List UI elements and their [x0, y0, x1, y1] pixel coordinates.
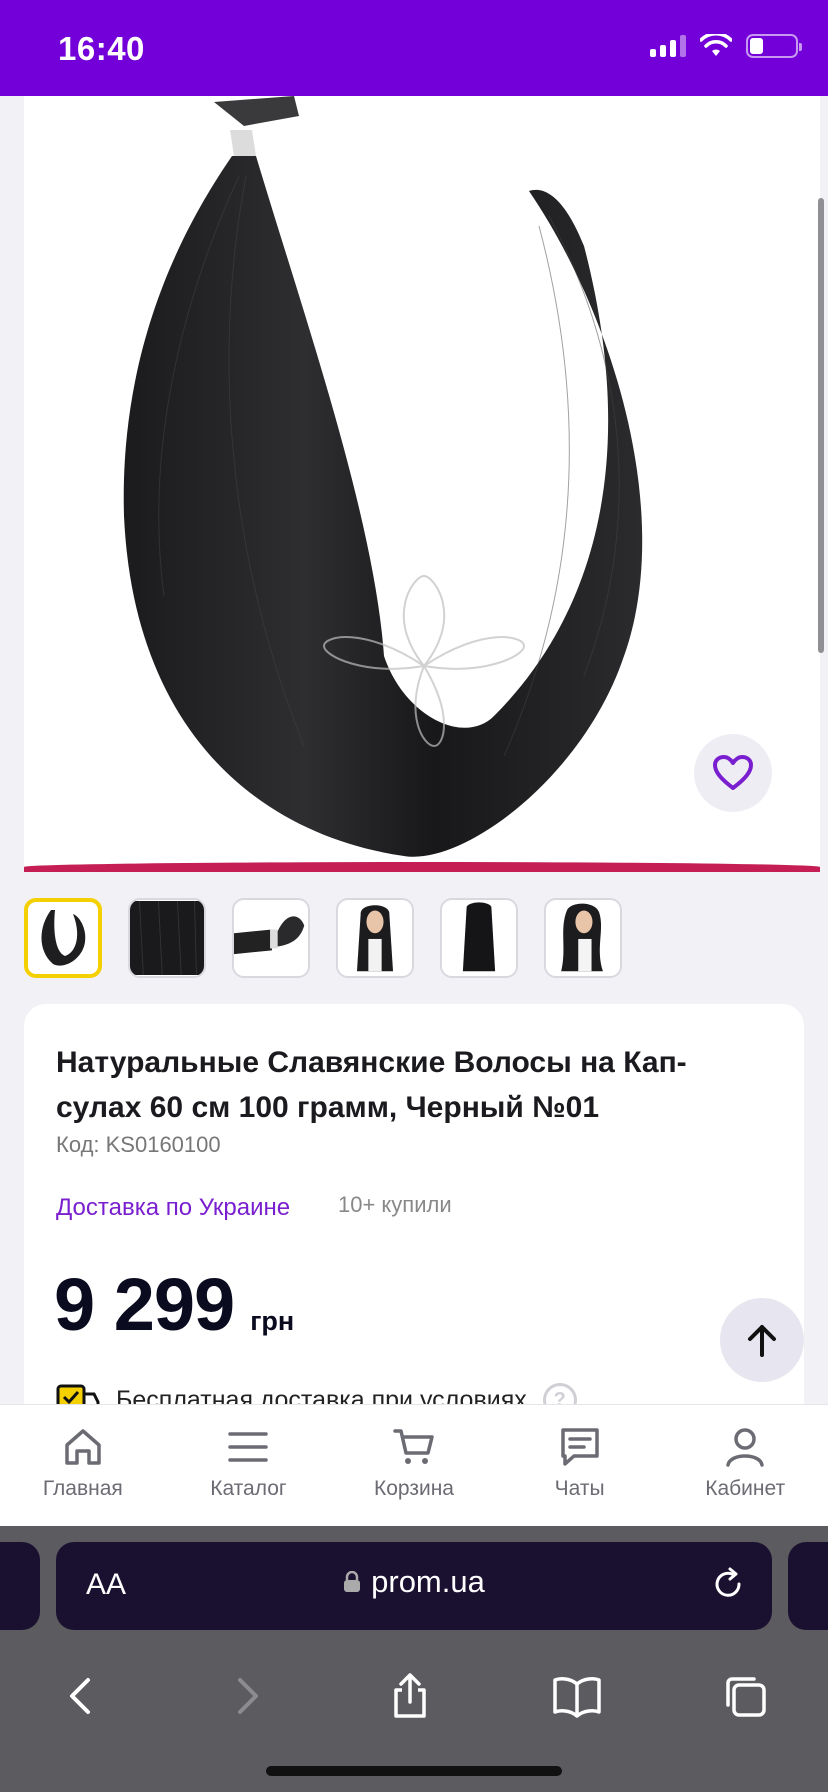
signal-icon [650, 35, 686, 57]
thumbnail-strip [24, 898, 622, 978]
user-icon [726, 1428, 764, 1467]
nav-cart[interactable]: Корзина [344, 1405, 484, 1526]
product-title: Натуральные Славянские Волосы на Кап-сул… [56, 1046, 687, 1124]
nav-cabinet-label: Кабинет [705, 1477, 786, 1500]
nav-home[interactable]: Главная [13, 1405, 153, 1526]
url-text: prom.ua [371, 1564, 485, 1599]
menu-icon [228, 1432, 269, 1462]
share-icon[interactable] [388, 1672, 432, 1720]
tabs-icon[interactable] [722, 1673, 768, 1719]
delivery-link[interactable]: Доставка по Украине [56, 1194, 290, 1222]
price: 9 299 грн [54, 1262, 294, 1347]
browser-toolbar [0, 1646, 828, 1746]
nav-chats-label: Чаты [554, 1477, 605, 1500]
nav-catalog-label: Каталог [210, 1477, 287, 1500]
thumbnail-capsules-icon [234, 901, 308, 975]
nav-chats[interactable]: Чаты [510, 1405, 650, 1526]
chat-icon [560, 1428, 599, 1466]
price-currency: грн [250, 1306, 295, 1336]
price-value: 9 299 [54, 1263, 235, 1346]
bought-count: 10+ купили [338, 1192, 452, 1217]
nav-home-label: Главная [42, 1477, 123, 1500]
thumbnail-model-back-icon [442, 901, 516, 975]
thumbnail-hair-u-icon [41, 910, 86, 966]
product-code: Код: KS0160100 [56, 1132, 221, 1157]
thumbnail-model-wavy-icon [546, 901, 620, 975]
url-display[interactable]: prom.ua [56, 1564, 772, 1600]
browser-chrome: AA prom.ua [0, 1526, 828, 1792]
thumbnail-6[interactable] [544, 898, 622, 978]
next-tab-peek[interactable] [788, 1542, 828, 1630]
home-indicator [266, 1766, 562, 1776]
battery-icon [746, 34, 802, 58]
thumbnail-3[interactable] [232, 898, 310, 978]
status-icons [650, 34, 802, 58]
thumbnail-2[interactable] [128, 898, 206, 978]
nav-cabinet[interactable]: Кабинет [675, 1405, 815, 1526]
back-icon[interactable] [60, 1674, 104, 1718]
thumbnail-5[interactable] [440, 898, 518, 978]
thumbnail-1[interactable] [24, 898, 102, 978]
favorite-button[interactable] [694, 734, 772, 812]
status-time: 16:40 [58, 30, 145, 67]
reload-icon[interactable] [710, 1566, 746, 1602]
bottom-nav: Главная Каталог Корзина Чаты Кабинет [0, 1404, 828, 1526]
status-bar: 16:40 [0, 0, 828, 96]
nav-cart-label: Корзина [373, 1477, 454, 1500]
cart-icon [393, 1429, 434, 1464]
home-icon [65, 1429, 101, 1465]
scroll-top-button[interactable] [720, 1298, 804, 1382]
wifi-icon [700, 34, 732, 56]
thumbnail-texture-icon [130, 900, 204, 976]
thumbnail-model-front-icon [338, 901, 412, 975]
heart-icon [713, 755, 753, 790]
image-divider [24, 862, 820, 872]
previous-tab-peek[interactable] [0, 1542, 40, 1630]
bookmarks-icon[interactable] [552, 1674, 602, 1718]
arrow-up-icon [748, 1325, 776, 1357]
product-image[interactable] [24, 96, 820, 872]
nav-catalog[interactable]: Каталог [178, 1405, 318, 1526]
scrollbar[interactable] [818, 198, 824, 653]
forward-icon[interactable] [224, 1674, 268, 1718]
product-info-card: Натуральные Славянские Волосы на Кап-сул… [24, 1004, 804, 1424]
thumbnail-4[interactable] [336, 898, 414, 978]
address-bar[interactable]: AA prom.ua [56, 1542, 772, 1630]
lock-icon [344, 1571, 361, 1592]
